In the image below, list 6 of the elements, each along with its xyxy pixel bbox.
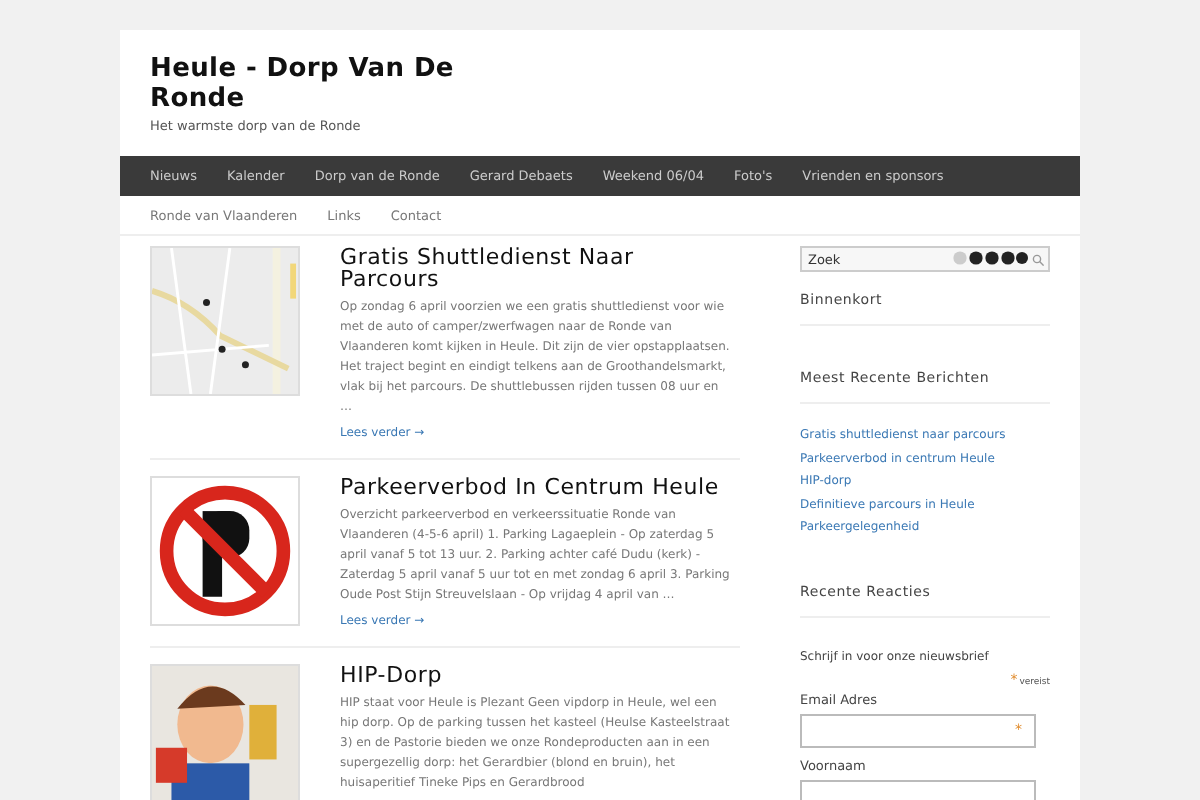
search-icon [1032,254,1044,266]
site-title[interactable]: Heule - Dorp Van De Ronde [150,54,490,114]
post-title[interactable]: HIP-Dorp [340,664,732,686]
post-title[interactable]: Gratis Shuttledienst Naar Parcours [340,246,732,290]
post-title[interactable]: Parkeerverbod In Centrum Heule [340,476,732,498]
dots-icon [952,250,1028,266]
